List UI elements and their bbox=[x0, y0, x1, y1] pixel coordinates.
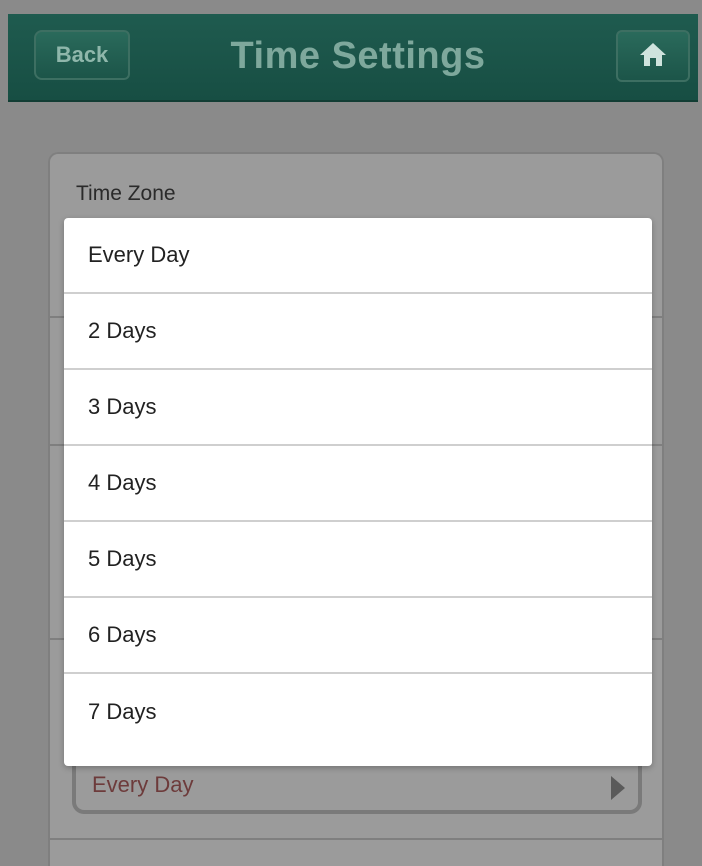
chevron-right-icon[interactable] bbox=[607, 774, 629, 807]
home-button[interactable] bbox=[616, 30, 690, 82]
dropdown-option[interactable]: 7 Days bbox=[64, 674, 652, 750]
time-zone-label: Time Zone bbox=[76, 182, 176, 205]
app-window: Back Time Settings Time Zone Every Day E… bbox=[0, 0, 702, 866]
page-title: Time Settings bbox=[230, 34, 486, 77]
frequency-selected-value: Every Day bbox=[92, 772, 194, 797]
frequency-dropdown-list: Every Day 2 Days 3 Days 4 Days 5 Days 6 … bbox=[64, 218, 652, 766]
dropdown-option[interactable]: 4 Days bbox=[64, 446, 652, 522]
home-icon bbox=[639, 41, 667, 72]
dropdown-option[interactable]: 3 Days bbox=[64, 370, 652, 446]
back-button[interactable]: Back bbox=[34, 30, 130, 80]
panel-divider bbox=[48, 838, 664, 840]
back-button-label: Back bbox=[55, 42, 109, 67]
dropdown-option[interactable]: 2 Days bbox=[64, 294, 652, 370]
header-bar: Back Time Settings bbox=[8, 14, 698, 102]
dropdown-option[interactable]: Every Day bbox=[64, 218, 652, 294]
dropdown-option[interactable]: 6 Days bbox=[64, 598, 652, 674]
dropdown-option[interactable]: 5 Days bbox=[64, 522, 652, 598]
